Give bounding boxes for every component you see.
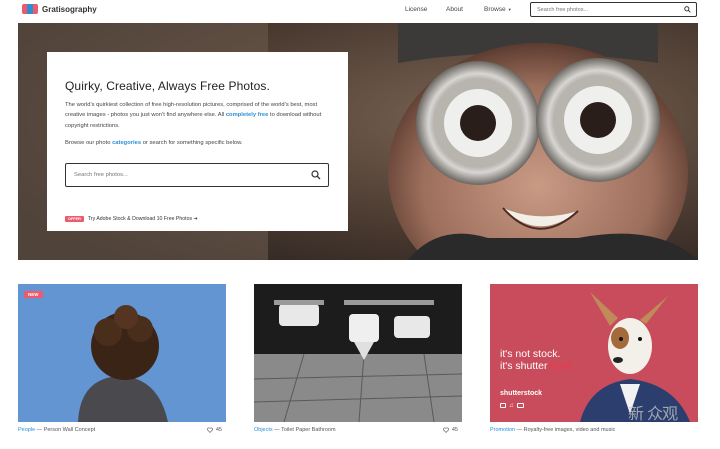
browse-text-2: or search for something specific below. [142,140,243,146]
new-badge: NEW [24,291,43,298]
search-icon[interactable] [311,170,321,180]
promo-media-icons: ♫ [500,403,524,409]
music-icon: ♫ [509,403,514,409]
completely-free-link[interactable]: completely free [226,112,269,118]
nav-license-link[interactable]: License [405,6,427,13]
shutterstock-logo: shutterstock [500,390,543,397]
brand-name: Gratisography [42,4,97,14]
nav-browse-dropdown[interactable]: Browse ▼ [484,6,512,13]
nav-about-link[interactable]: About [446,6,463,13]
category-link[interactable]: People [18,427,35,433]
category-link[interactable]: Objects [254,427,273,433]
camera-icon [500,403,506,408]
like-count-value: 45 [215,427,222,433]
hero-search-input[interactable] [74,172,294,178]
promo-headline: it's not stock. it's shutterstock [500,348,572,372]
categories-link[interactable]: categories [112,140,141,146]
offer-text: Try Adobe Stock & Download 10 Free Photo… [87,216,198,222]
like-count[interactable]: 45 [443,427,458,433]
photo-person-wall[interactable] [18,284,226,422]
offer-badge: OFFER [65,216,84,222]
promo-line-2a: it's shutter [500,360,548,372]
card-title: — Toilet Paper Bathroom [272,427,336,433]
video-icon [516,403,524,408]
watermark: 新 众观 [628,404,678,423]
hero-title: Quirky, Creative, Always Free Photos. [65,79,270,93]
nav-browse-label: Browse [484,6,506,13]
adobe-offer-link[interactable]: OFFER Try Adobe Stock & Download 10 Free… [65,216,198,222]
hero-banner: Quirky, Creative, Always Free Photos. Th… [18,23,698,260]
photo-toilet-paper[interactable] [254,284,462,422]
card-title: — Person Wall Concept [35,427,96,433]
card-title: — Royalty-free images, video and music [515,427,616,433]
card-caption: People — Person Wall Concept [18,427,226,433]
like-count-value: 45 [451,427,458,433]
heart-icon [443,427,449,433]
nav-search-input[interactable] [537,6,677,13]
like-count[interactable]: 45 [207,427,222,433]
brand-logo[interactable]: Gratisography [22,4,97,14]
promo-line-2b: stock [547,360,573,372]
card-caption: Objects — Toilet Paper Bathroom [254,427,462,433]
category-link[interactable]: Promotion [490,427,515,433]
nav-search-box [530,2,697,17]
logo-mark-icon [22,4,38,14]
hero-card: Quirky, Creative, Always Free Photos. Th… [47,52,348,231]
card-caption: Promotion — Royalty-free images, video a… [490,427,698,433]
hero-description: The world’s quirkiest collection of free… [65,100,327,131]
browse-text: Browse our photo [65,140,111,146]
search-icon[interactable] [684,6,691,13]
promo-line-2: it's shutterstock [500,360,572,372]
promo-line-1: it's not stock. [500,348,561,360]
hero-search-box [65,163,329,187]
hero-browse-text: Browse our photo categories or search fo… [65,140,243,146]
heart-icon [207,427,213,433]
top-navbar: Gratisography License About Browse ▼ [0,0,720,20]
caret-down-icon: ▼ [507,7,512,12]
